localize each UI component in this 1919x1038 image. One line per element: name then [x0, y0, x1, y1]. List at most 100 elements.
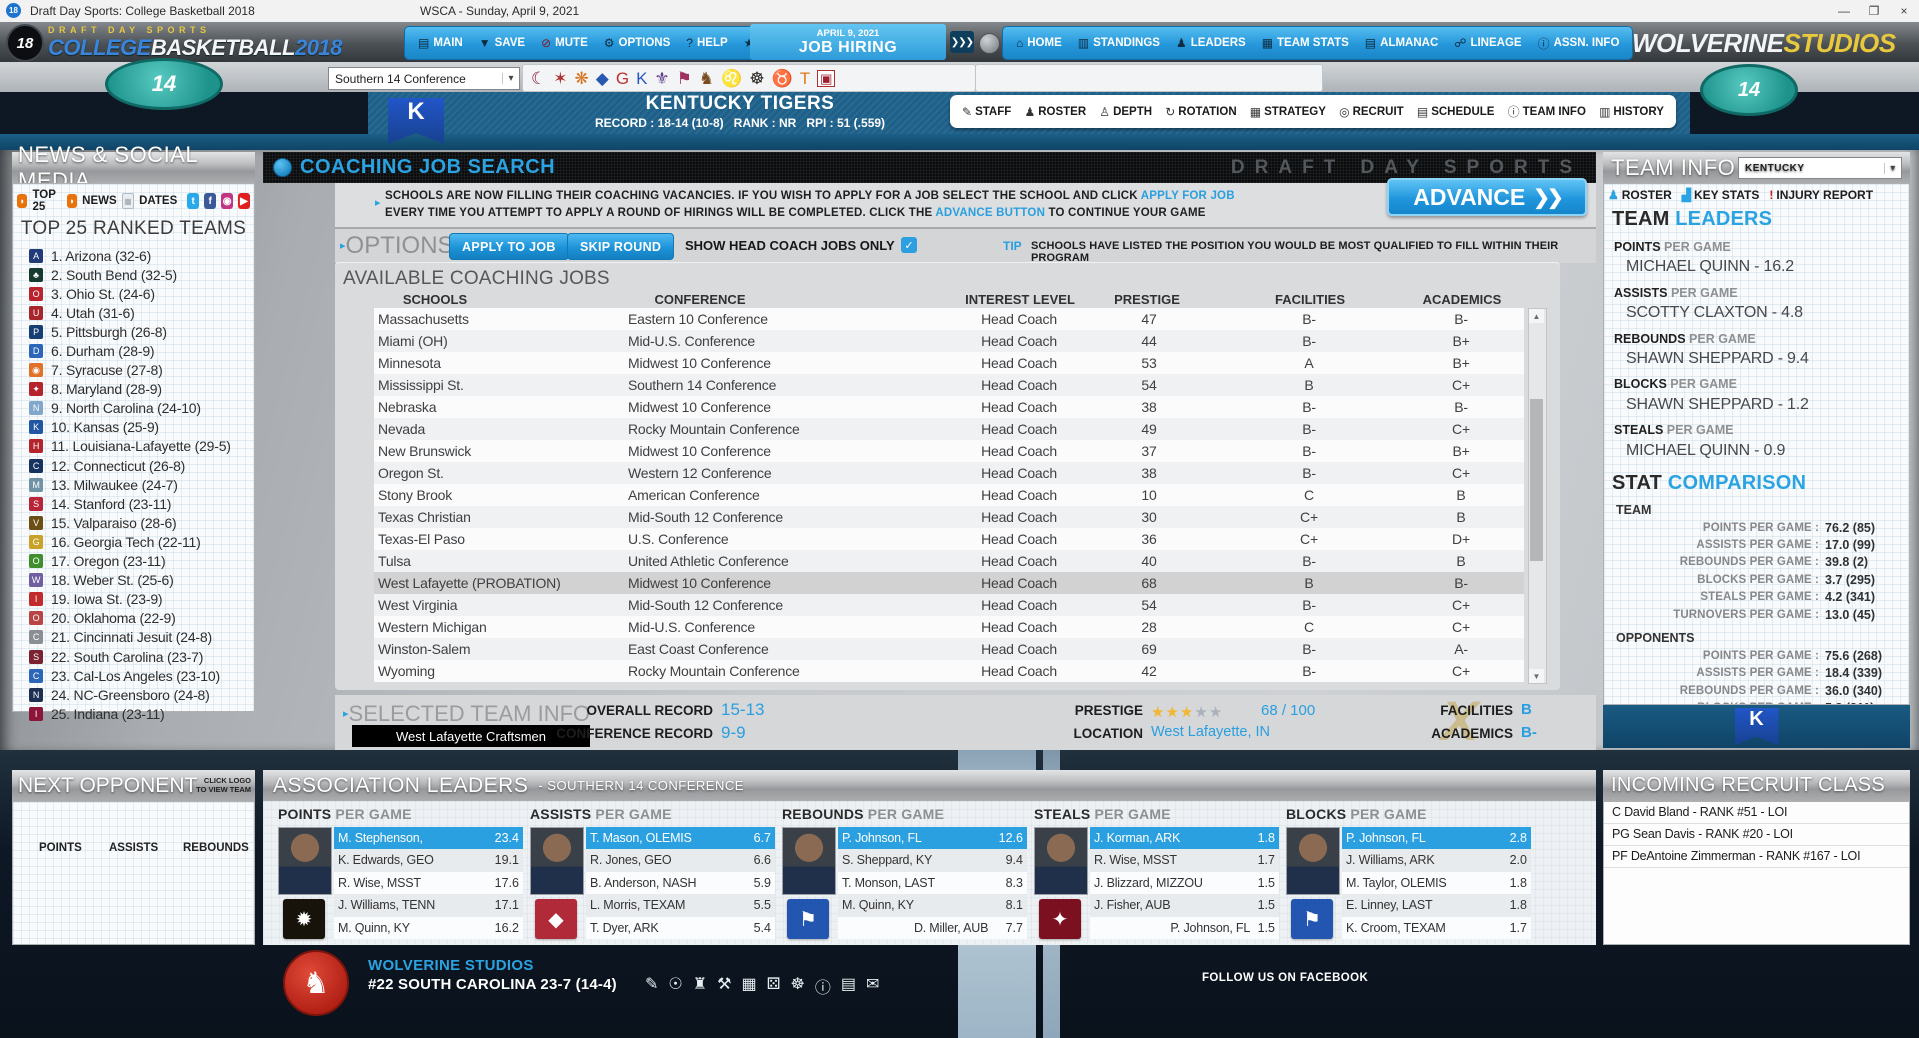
team-icon[interactable]: T — [800, 70, 810, 87]
table-row[interactable]: Miami (OH)Mid-U.S. ConferenceHead Coach4… — [374, 330, 1524, 352]
list-item[interactable]: G16. Georgia Tech (22-11) — [29, 532, 254, 551]
table-row[interactable]: Stony BrookAmerican ConferenceHead Coach… — [374, 484, 1524, 506]
scrollbar[interactable]: ▲ ▼ — [1528, 308, 1547, 684]
team-stats-button[interactable]: ▦TEAM STATS — [1255, 30, 1356, 56]
advance-button[interactable]: ADVANCE❯❯ — [1387, 178, 1587, 216]
table-row[interactable]: MinnesotaMidwest 10 ConferenceHead Coach… — [374, 352, 1524, 374]
leader-row[interactable]: J. Williams, TENN17.1 — [334, 894, 523, 916]
leader-row[interactable]: J. Korman, ARK1.8 — [1090, 827, 1279, 849]
table-row[interactable]: Mississippi St.Southern 14 ConferenceHea… — [374, 374, 1524, 396]
list-item[interactable]: W18. Weber St. (25-6) — [29, 571, 254, 590]
list-item[interactable]: C21. Cincinnati Jesuit (24-8) — [29, 628, 254, 647]
table-row[interactable]: NebraskaMidwest 10 ConferenceHead Coach3… — [374, 396, 1524, 418]
team-icon[interactable]: ♉ — [772, 70, 793, 87]
list-item[interactable]: N24. NC-Greensboro (24-8) — [29, 685, 254, 704]
tab-dates[interactable]: DATES — [139, 195, 177, 207]
table-row[interactable]: WyomingRocky Mountain ConferenceHead Coa… — [374, 660, 1524, 682]
list-item[interactable]: S14. Stanford (23-11) — [29, 494, 254, 513]
team-icon[interactable]: ✶ — [553, 70, 567, 87]
leader-row[interactable]: L. Morris, TEXAM5.5 — [586, 894, 775, 916]
team-icon[interactable]: ☸ — [749, 70, 764, 87]
tab-roster[interactable]: ♟ROSTER — [1024, 105, 1086, 119]
scroll-down-icon[interactable]: ▼ — [1529, 669, 1544, 683]
maximize-button[interactable]: ❐ — [1859, 0, 1889, 22]
advance-button-link[interactable]: ADVANCE BUTTON — [935, 207, 1045, 219]
almanac-button[interactable]: ▤ALMANAC — [1358, 30, 1445, 56]
tab-team-info[interactable]: ⓘTEAM INFO — [1508, 103, 1586, 120]
facebook-icon[interactable]: f — [204, 193, 216, 209]
leader-row[interactable]: T. Monson, LAST8.3 — [838, 872, 1027, 894]
table-row-selected[interactable]: West Lafayette (PROBATION)Midwest 10 Con… — [374, 572, 1524, 594]
team-icon[interactable]: K — [636, 70, 647, 87]
skip-round-button[interactable]: SKIP ROUND — [567, 233, 674, 260]
wheel-icon[interactable]: ☸ — [790, 974, 804, 998]
list-item[interactable]: N9. North Carolina (24-10) — [29, 399, 254, 418]
advance-chevrons-button[interactable]: ❯❯❯ — [950, 31, 974, 53]
list-item[interactable]: O3. Ohio St. (24-6) — [29, 284, 254, 303]
team-icon[interactable]: ◆ — [596, 70, 609, 87]
leader-row[interactable]: R. Wise, MSST17.6 — [334, 872, 523, 894]
info-icon[interactable]: ⓘ — [815, 974, 831, 998]
tab-top25[interactable]: TOP 25 — [32, 189, 61, 213]
ball-icon[interactable]: ☉ — [668, 974, 682, 998]
edit-icon[interactable]: ✎ — [645, 974, 658, 998]
table-row[interactable]: Oregon St.Western 12 ConferenceHead Coac… — [374, 462, 1524, 484]
options-button[interactable]: ⚙OPTIONS — [597, 30, 678, 56]
tab-roster[interactable]: ♟ROSTER — [1608, 188, 1672, 202]
save-button[interactable]: ▼SAVE — [472, 30, 532, 56]
youtube-icon[interactable]: ▶ — [238, 193, 250, 209]
facebook-label[interactable]: FOLLOW US ON FACEBOOK — [1202, 972, 1368, 984]
leader-row[interactable]: P. Johnson, FL12.6 — [838, 827, 1027, 849]
assn-info-button[interactable]: ⓘASSN. INFO — [1531, 30, 1627, 56]
recruit-item[interactable]: C David Bland - RANK #51 - LOI — [1604, 802, 1909, 824]
team-icon[interactable]: ⚜ — [654, 70, 669, 87]
list-item[interactable]: ◉7. Syracuse (27-8) — [29, 361, 254, 380]
team-icon[interactable]: ⚑ — [677, 70, 692, 87]
dice-icon[interactable]: ⚄ — [767, 974, 781, 998]
recruit-item[interactable]: PF DeAntoine Zimmerman - RANK #167 - LOI — [1604, 846, 1909, 868]
list-item[interactable]: D6. Durham (28-9) — [29, 341, 254, 360]
list-item[interactable]: H11. Louisiana-Lafayette (29-5) — [29, 437, 254, 456]
leader-row[interactable]: P. Johnson, FL1.5 — [1090, 917, 1279, 939]
table-row[interactable]: Winston-SalemEast Coast ConferenceHead C… — [374, 638, 1524, 660]
table-row[interactable]: MassachusettsEastern 10 ConferenceHead C… — [374, 308, 1524, 330]
team-icon[interactable]: G — [616, 70, 629, 87]
list-item[interactable]: P5. Pittsburgh (26-8) — [29, 322, 254, 341]
table-row[interactable]: Texas ChristianMid-South 12 ConferenceHe… — [374, 506, 1524, 528]
list-item[interactable]: K10. Kansas (25-9) — [29, 418, 254, 437]
grid-icon[interactable]: ▦ — [741, 974, 756, 998]
leader-row[interactable]: T. Dyer, ARK5.4 — [586, 917, 775, 939]
tab-injury-report[interactable]: !INJURY REPORT — [1769, 188, 1873, 202]
team-icon[interactable]: ▣ — [817, 70, 835, 87]
leader-row[interactable]: K. Edwards, GEO19.1 — [334, 849, 523, 871]
leader-row[interactable]: P. Johnson, FL2.8 — [1342, 827, 1531, 849]
leader-row[interactable]: M. Quinn, KY16.2 — [334, 917, 523, 939]
recruit-item[interactable]: PG Sean Davis - RANK #20 - LOI — [1604, 824, 1909, 846]
list-item[interactable]: M13. Milwaukee (24-7) — [29, 475, 254, 494]
table-row[interactable]: TulsaUnited Athletic ConferenceHead Coac… — [374, 550, 1524, 572]
leader-row[interactable]: J. Blizzard, MIZZOU1.5 — [1090, 872, 1279, 894]
leader-row[interactable]: M. Taylor, OLEMIS1.8 — [1342, 872, 1531, 894]
table-row[interactable]: West VirginiaMid-South 12 ConferenceHead… — [374, 594, 1524, 616]
head-coach-filter-checkbox[interactable]: ✓ — [901, 237, 917, 253]
help-button[interactable]: ?HELP — [679, 30, 734, 56]
scroll-thumb[interactable] — [1530, 399, 1543, 561]
table-row[interactable]: Texas-El PasoU.S. ConferenceHead Coach36… — [374, 528, 1524, 550]
table-row[interactable]: Western MichiganMid-U.S. ConferenceHead … — [374, 616, 1524, 638]
footer-team-logo[interactable]: ♞ — [283, 950, 349, 1016]
leader-row[interactable]: M. Stephenson,23.4 — [334, 827, 523, 849]
tab-history[interactable]: ▥HISTORY — [1599, 105, 1664, 119]
list-item[interactable]: S22. South Carolina (23-7) — [29, 647, 254, 666]
main-button[interactable]: ▤MAIN — [411, 30, 470, 56]
conference-select[interactable]: Southern 14 Conference ▾ — [328, 67, 520, 90]
leader-row[interactable]: T. Mason, OLEMIS6.7 — [586, 827, 775, 849]
leader-row[interactable]: D. Miller, AUB7.7 — [838, 917, 1027, 939]
trophy-icon[interactable]: ♜ — [693, 974, 707, 998]
standings-button[interactable]: ▥STANDINGS — [1071, 30, 1167, 56]
team-icon[interactable]: ♌ — [721, 70, 742, 87]
tab-depth[interactable]: ♙DEPTH — [1099, 105, 1152, 119]
instagram-icon[interactable]: ◉ — [221, 193, 233, 209]
twitter-icon[interactable]: t — [187, 193, 199, 209]
home-button[interactable]: ⌂HOME — [1009, 30, 1069, 56]
list-item[interactable]: C12. Connecticut (26-8) — [29, 456, 254, 475]
